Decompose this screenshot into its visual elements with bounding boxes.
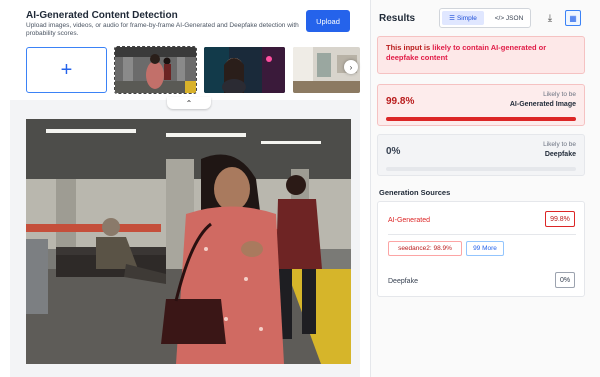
- upload-panel: AI-Generated Content Detection Upload im…: [10, 0, 360, 377]
- source-deepfake-badge: 0%: [555, 272, 575, 288]
- download-icon[interactable]: ⤓: [543, 11, 557, 25]
- subway-image: [26, 119, 351, 364]
- deepfake-card: 0% Likely to be Deepfake: [377, 134, 585, 176]
- thumbnail-strip: +: [26, 46, 360, 94]
- deepfake-label: Deepfake: [544, 151, 576, 158]
- ai-label: AI-Generated Image: [509, 101, 576, 108]
- tab-simple-label: Simple: [456, 14, 477, 22]
- source-ai-badge: 99.8%: [545, 211, 575, 227]
- deepfake-progress-bar: [386, 167, 576, 171]
- ai-progress-fill: [386, 117, 576, 121]
- ai-likely-text: Likely to be: [543, 91, 576, 98]
- deepfake-percent: 0%: [386, 146, 401, 157]
- next-thumbnails-button[interactable]: ›: [344, 60, 358, 74]
- thumbnail-subway[interactable]: [114, 46, 197, 94]
- page-title: AI-Generated Content Detection: [26, 10, 178, 21]
- panel-icon[interactable]: ▦: [565, 10, 581, 26]
- collapse-button[interactable]: ⌃: [167, 97, 211, 109]
- upload-button[interactable]: Upload: [306, 10, 350, 32]
- media-preview: [26, 119, 351, 364]
- alert-prefix: This input is: [386, 43, 433, 52]
- source-model-chip[interactable]: seedance2: 98.9%: [388, 241, 462, 256]
- list-icon: ☰: [449, 15, 455, 22]
- results-title: Results: [379, 13, 416, 24]
- more-sources-button[interactable]: 99 More: [466, 241, 504, 256]
- add-media-button[interactable]: +: [26, 47, 107, 93]
- page-subtitle: Upload images, videos, or audio for fram…: [26, 22, 299, 37]
- thumbnail-neon-portrait[interactable]: [204, 47, 285, 93]
- ai-generated-card: 99.8% Likely to be AI-Generated Image: [377, 84, 585, 126]
- tab-json[interactable]: </> JSON: [488, 11, 530, 25]
- generation-sources-box: AI-Generated 99.8% seedance2: 98.9% 99 M…: [377, 201, 585, 297]
- deepfake-likely-text: Likely to be: [543, 141, 576, 148]
- source-deepfake-label: Deepfake: [388, 278, 418, 285]
- generation-sources-title: Generation Sources: [379, 188, 451, 197]
- tab-simple[interactable]: ☰ Simple: [442, 11, 484, 25]
- detection-alert: This input is likely to contain AI-gener…: [377, 36, 585, 74]
- ai-percent: 99.8%: [386, 96, 415, 107]
- divider: [388, 234, 576, 235]
- results-panel: Results ☰ Simple </> JSON ⤓ ▦ This input…: [370, 0, 600, 377]
- source-ai-label: AI-Generated: [388, 217, 431, 224]
- view-toggle: ☰ Simple </> JSON: [439, 8, 531, 28]
- ai-progress-bar: [386, 117, 576, 121]
